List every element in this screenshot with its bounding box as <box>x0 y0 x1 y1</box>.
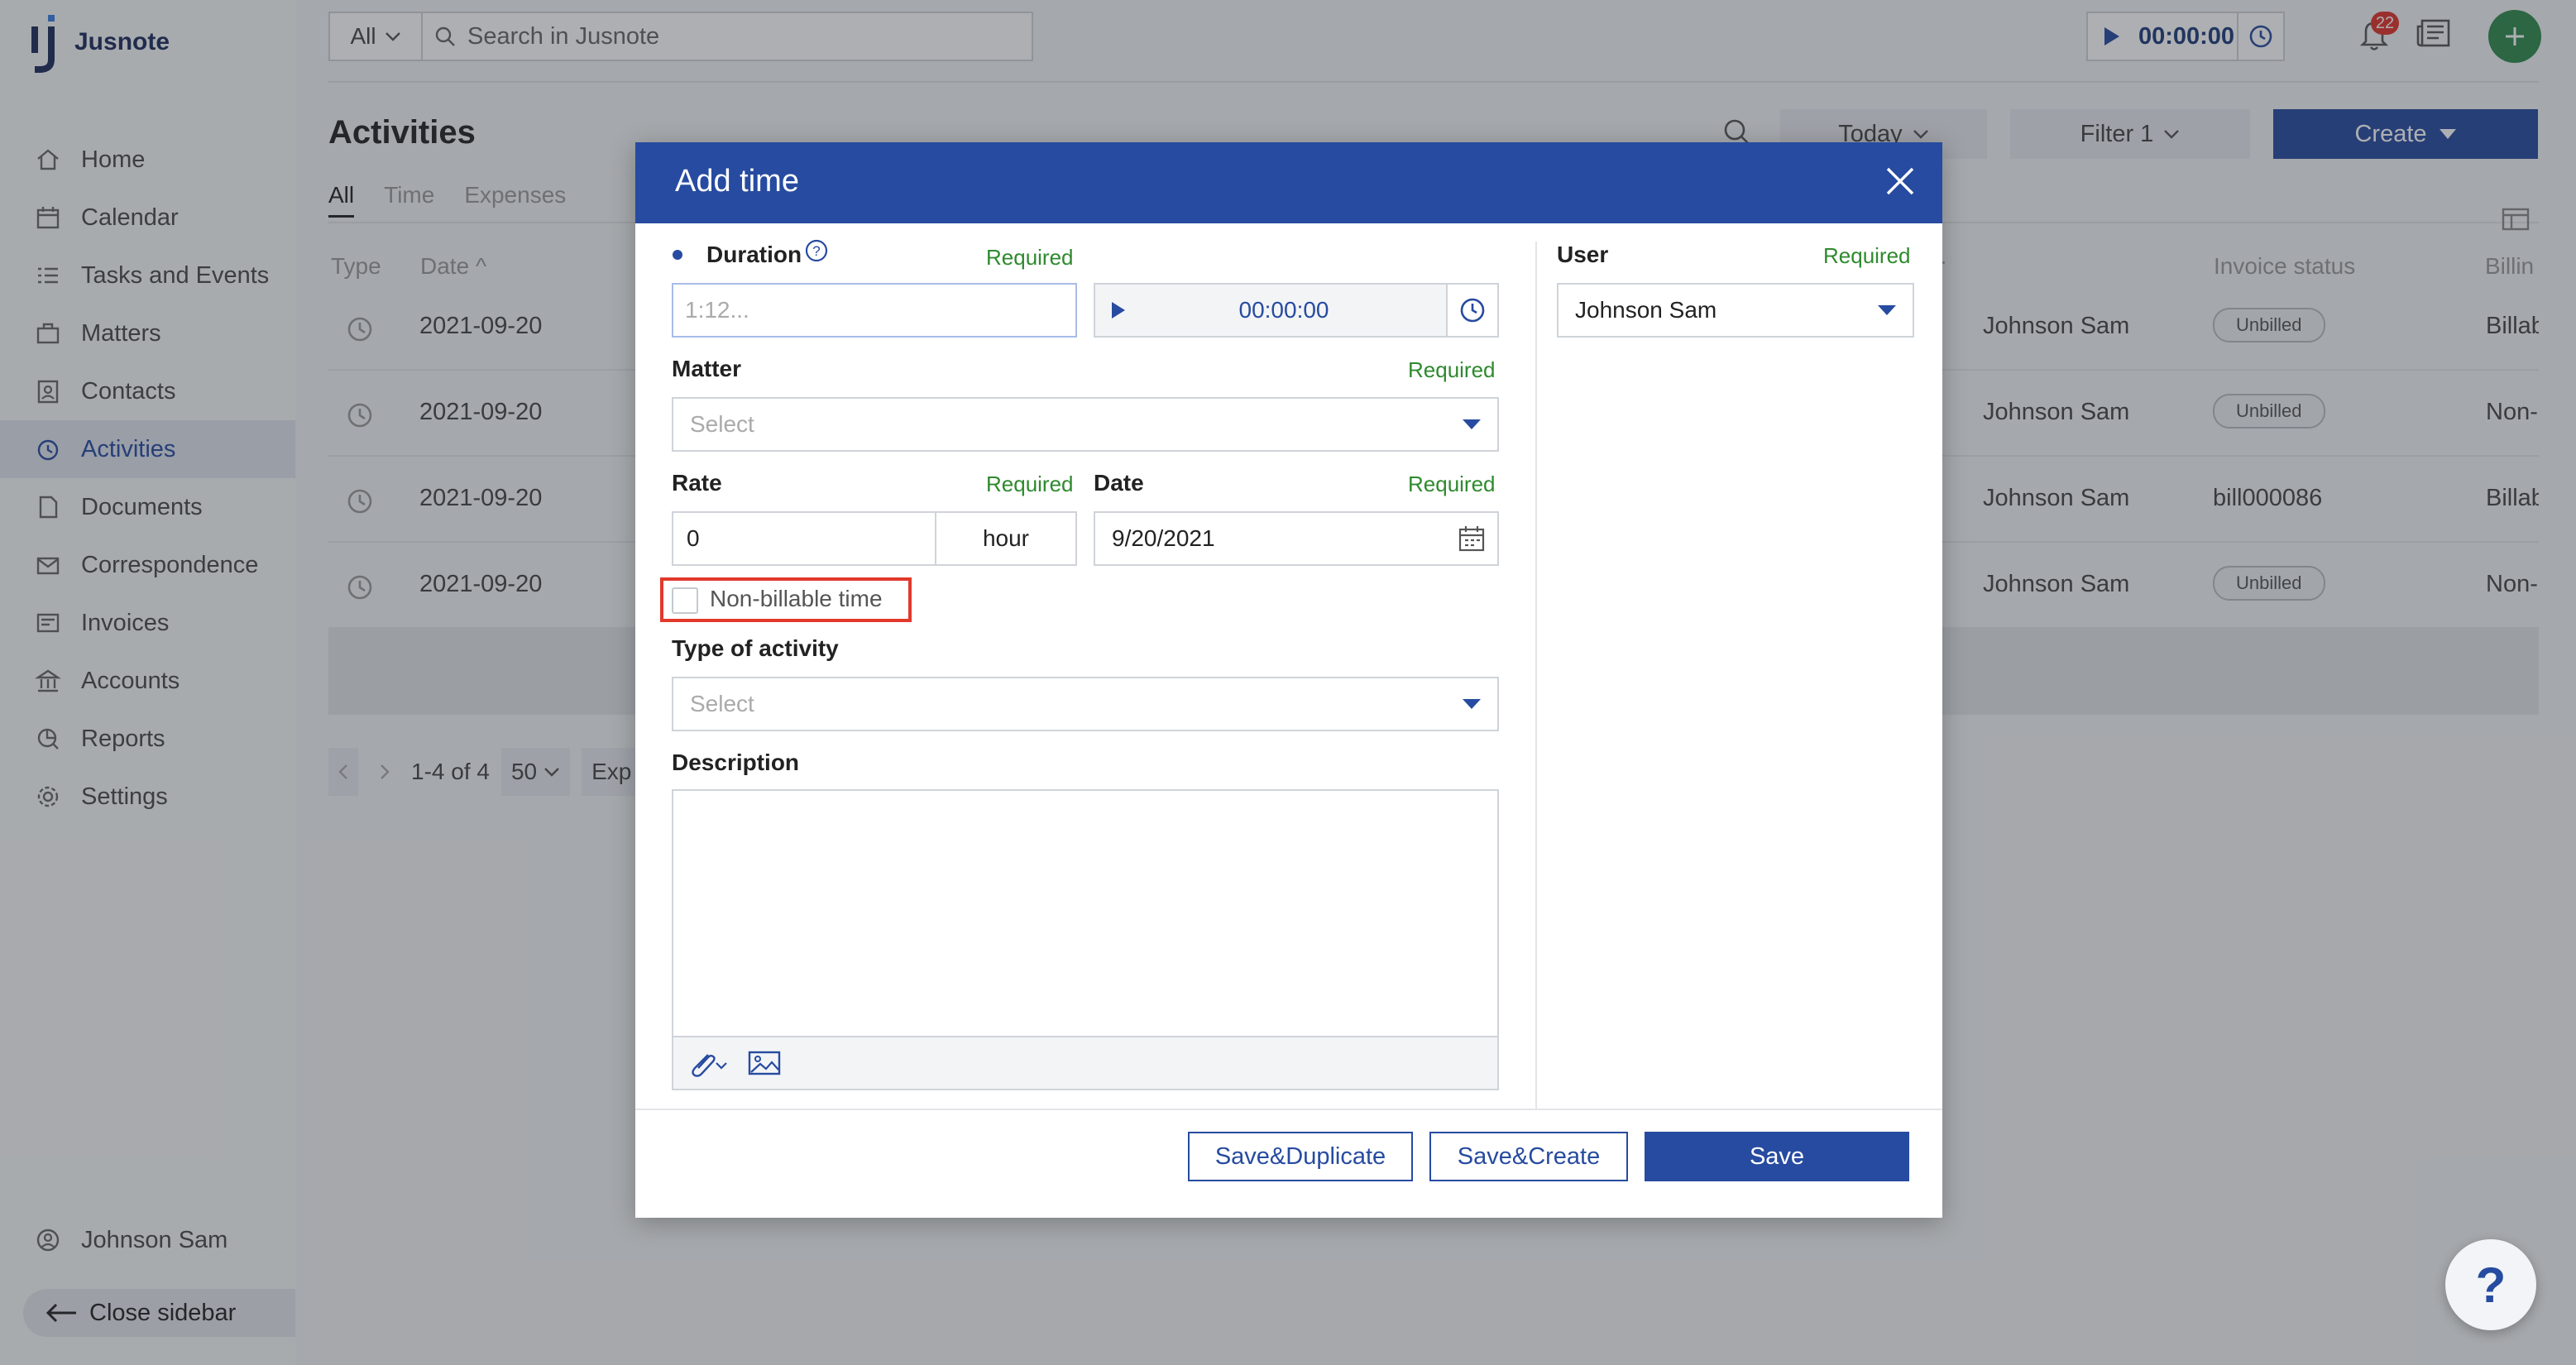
duration-label: Duration <box>706 242 802 267</box>
caret-down-icon <box>1878 305 1896 315</box>
required-indicator: Required <box>986 472 1074 496</box>
description-label: Description <box>672 750 800 775</box>
matter-label: Matter <box>672 356 742 381</box>
matter-placeholder: Select <box>690 411 754 437</box>
date-value: 9/20/2021 <box>1112 525 1215 551</box>
dialog-timer-play-button[interactable] <box>1095 300 1142 320</box>
activity-type-select[interactable]: Select <box>672 677 1499 731</box>
dialog-timer-value: 00:00:00 <box>1238 297 1329 323</box>
rate-value: 0 <box>687 525 700 551</box>
dialog-header: Add time <box>635 142 1942 223</box>
close-icon <box>1886 167 1914 195</box>
rate-unit-select[interactable]: hour <box>935 511 1077 566</box>
dialog-timer-history-button[interactable] <box>1446 285 1497 336</box>
save-duplicate-button[interactable]: Save&Duplicate <box>1188 1132 1413 1181</box>
history-icon <box>1460 298 1485 323</box>
divider <box>1535 242 1537 1109</box>
rate-unit-value: hour <box>982 525 1030 551</box>
add-time-dialog: Add time Duration ? Required 1:12... 00:… <box>635 142 1942 1218</box>
help-button[interactable]: ? <box>2445 1239 2536 1330</box>
required-indicator: Required <box>986 245 1074 270</box>
timer-mode-dot <box>673 250 682 260</box>
play-icon <box>1112 302 1125 318</box>
date-label: Date <box>1094 470 1144 496</box>
caret-down-icon <box>1463 699 1481 709</box>
required-indicator: Required <box>1408 357 1496 382</box>
user-value: Johnson Sam <box>1575 297 1717 323</box>
dialog-title: Add time <box>675 164 799 199</box>
required-indicator: Required <box>1408 472 1496 496</box>
duration-input[interactable]: 1:12... <box>672 283 1077 338</box>
insert-image-button[interactable] <box>748 1050 781 1076</box>
attachment-button[interactable] <box>685 1048 730 1078</box>
user-select[interactable]: Johnson Sam <box>1557 283 1914 338</box>
matter-select[interactable]: Select <box>672 397 1499 452</box>
save-button[interactable]: Save <box>1645 1132 1909 1181</box>
description-textarea[interactable] <box>672 789 1499 1037</box>
help-icon[interactable]: ? <box>804 238 829 263</box>
rate-input[interactable]: 0 <box>672 511 936 566</box>
duration-placeholder: 1:12... <box>685 297 749 323</box>
divider <box>635 1109 1942 1110</box>
type-of-activity-label: Type of activity <box>672 635 839 661</box>
activity-type-placeholder: Select <box>690 691 754 716</box>
description-toolbar <box>672 1036 1499 1090</box>
user-label: User <box>1557 242 1609 267</box>
calendar-icon[interactable] <box>1458 524 1486 553</box>
rate-label: Rate <box>672 470 722 496</box>
save-create-button[interactable]: Save&Create <box>1429 1132 1628 1181</box>
caret-down-icon <box>1463 419 1481 429</box>
close-dialog-button[interactable] <box>1883 164 1918 199</box>
non-billable-label[interactable]: Non-billable time <box>710 586 883 612</box>
dialog-timer: 00:00:00 <box>1094 283 1499 338</box>
image-icon <box>748 1051 781 1075</box>
date-input[interactable]: 9/20/2021 <box>1094 511 1499 566</box>
svg-text:?: ? <box>812 243 820 259</box>
non-billable-checkbox[interactable] <box>672 587 698 614</box>
paperclip-icon <box>692 1054 727 1077</box>
required-indicator: Required <box>1823 243 1911 268</box>
